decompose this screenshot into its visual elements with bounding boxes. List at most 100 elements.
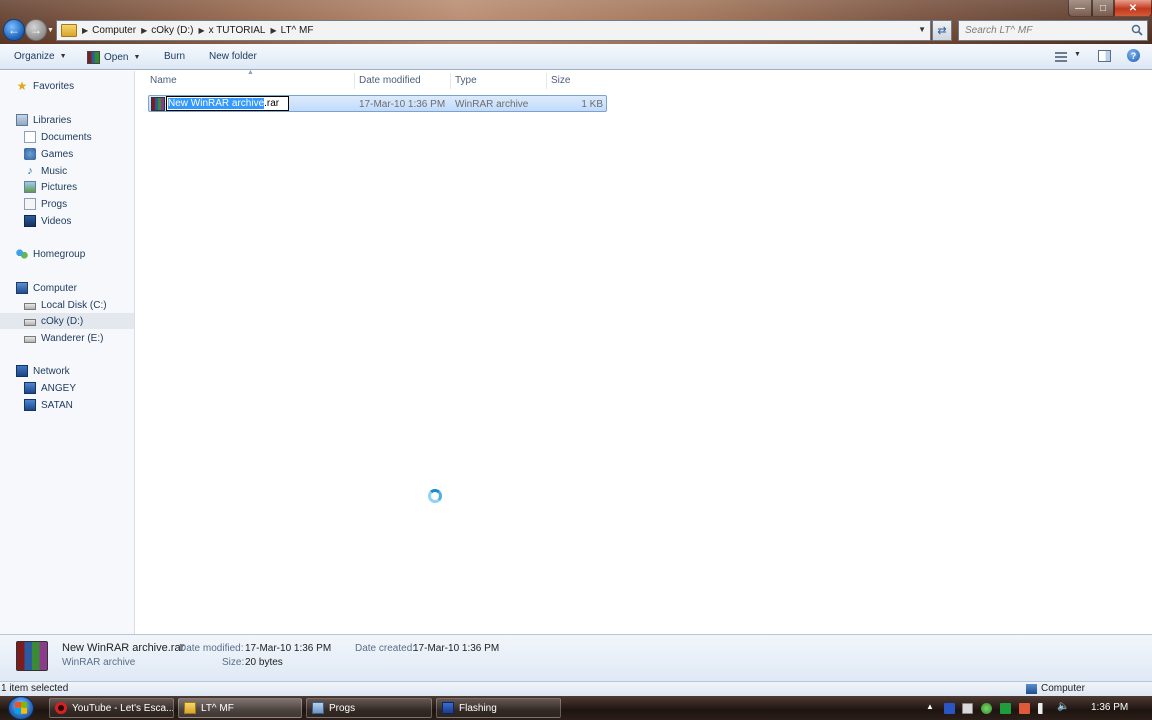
- minimize-icon: —: [1075, 2, 1085, 14]
- network-computer-icon: [24, 382, 36, 394]
- nav-label: Homegroup: [33, 248, 86, 260]
- nav-local-disk-c[interactable]: Local Disk (C:): [24, 297, 107, 313]
- nav-label: Documents: [41, 131, 92, 143]
- clock[interactable]: 1:36 PM: [1091, 702, 1128, 713]
- file-type: WinRAR archive: [455, 99, 529, 110]
- column-divider[interactable]: [546, 73, 547, 89]
- status-location: Computer: [1041, 683, 1085, 694]
- nav-wanderer-e[interactable]: Wanderer (E:): [24, 330, 103, 346]
- nav-label: ANGEY: [41, 382, 77, 394]
- status-bar: 1 item selected Computer: [0, 681, 1152, 696]
- folder-icon: [184, 702, 196, 714]
- busy-cursor-icon: [428, 489, 442, 503]
- forward-button[interactable]: →: [25, 19, 47, 41]
- taskbar-button-progs[interactable]: Progs: [306, 698, 432, 718]
- minimize-button[interactable]: —: [1068, 0, 1092, 17]
- help-icon[interactable]: ?: [1127, 49, 1140, 62]
- nav-videos[interactable]: Videos: [24, 213, 71, 229]
- nav-computer[interactable]: Computer: [16, 280, 77, 296]
- games-icon: [24, 148, 36, 160]
- chevron-down-icon: ▼: [133, 54, 141, 61]
- breadcrumb-current-folder[interactable]: LT^ MF: [281, 25, 314, 36]
- chevron-right-icon[interactable]: ▶: [141, 26, 147, 35]
- nav-games[interactable]: Games: [24, 146, 73, 162]
- folder-icon: [61, 24, 77, 37]
- show-hidden-icons-button[interactable]: ▲: [926, 702, 934, 713]
- search-input[interactable]: Search LT^ MF: [958, 20, 1148, 41]
- volume-icon[interactable]: 🔈: [1057, 701, 1069, 712]
- burn-button[interactable]: Burn: [164, 51, 185, 62]
- column-header-name[interactable]: Name: [150, 75, 177, 86]
- nav-coky-drive[interactable]: cOky (D:): [0, 313, 134, 329]
- task-label: Flashing: [459, 702, 497, 714]
- taskbar-button-flashing[interactable]: Flashing: [436, 698, 561, 718]
- close-icon: ✕: [1128, 2, 1138, 14]
- nav-documents[interactable]: Documents: [24, 129, 92, 145]
- tray-app-icon[interactable]: [981, 703, 992, 714]
- details-date-modified-label: Date modified:: [179, 643, 244, 654]
- tray-app-icon[interactable]: [1019, 703, 1030, 714]
- chevron-right-icon[interactable]: ▶: [270, 26, 276, 35]
- taskbar-button-lt-mf[interactable]: LT^ MF: [178, 698, 302, 718]
- start-button[interactable]: [8, 696, 34, 720]
- nav-favorites[interactable]: ★ Favorites: [16, 78, 75, 94]
- column-divider[interactable]: [450, 73, 451, 89]
- change-view-icon[interactable]: [1055, 52, 1067, 62]
- nav-network[interactable]: Network: [16, 363, 70, 379]
- nav-libraries[interactable]: Libraries: [16, 112, 71, 128]
- taskbar-button-youtube[interactable]: YouTube - Let's Esca...: [49, 698, 174, 718]
- taskbar: YouTube - Let's Esca... LT^ MF Progs Fla…: [0, 696, 1152, 720]
- open-label: Open: [104, 52, 129, 63]
- music-note-icon: ♪: [27, 165, 33, 177]
- file-list[interactable]: ▲ Name Date modified Type Size New WinRA…: [136, 69, 1152, 634]
- open-button[interactable]: Open ▼: [87, 51, 140, 64]
- recent-pages-dropdown[interactable]: ▼: [47, 27, 54, 34]
- nav-pictures[interactable]: Pictures: [24, 179, 77, 195]
- new-folder-button[interactable]: New folder: [209, 51, 257, 62]
- winrar-icon: [87, 51, 100, 64]
- tray-app-icon[interactable]: [962, 703, 973, 714]
- refresh-icon: ⇄: [937, 25, 947, 37]
- file-size: 1 KB: [581, 99, 603, 110]
- column-divider[interactable]: [354, 73, 355, 89]
- details-date-created: 17-Mar-10 1:36 PM: [413, 643, 500, 654]
- column-header-size[interactable]: Size: [551, 75, 570, 86]
- computer-icon: [1026, 684, 1037, 694]
- rename-input[interactable]: New WinRAR archive.rar: [166, 96, 289, 111]
- chevron-right-icon[interactable]: ▶: [82, 26, 88, 35]
- network-status-icon[interactable]: [1038, 703, 1049, 714]
- nav-label: Games: [41, 148, 74, 160]
- nav-music[interactable]: ♪ Music: [24, 163, 67, 179]
- tray-app-icon[interactable]: [944, 703, 955, 714]
- preview-pane-icon[interactable]: [1098, 50, 1111, 62]
- nav-label: Favorites: [33, 80, 75, 92]
- nav-label: Libraries: [33, 114, 72, 126]
- tray-app-icon[interactable]: [1000, 703, 1011, 714]
- file-row[interactable]: New WinRAR archive.rar 17-Mar-10 1:36 PM…: [148, 95, 607, 112]
- column-header-type[interactable]: Type: [455, 75, 477, 86]
- breadcrumb-tutorial[interactable]: x TUTORIAL: [209, 25, 266, 36]
- address-dropdown-icon[interactable]: ▼: [918, 25, 926, 34]
- libraries-icon: [16, 114, 28, 126]
- column-header-date-modified[interactable]: Date modified: [359, 75, 421, 86]
- breadcrumb-coky-drive[interactable]: cOky (D:): [151, 25, 193, 36]
- organize-button[interactable]: Organize ▼: [14, 51, 67, 62]
- search-icon[interactable]: [1131, 24, 1143, 36]
- refresh-button[interactable]: ⇄: [932, 20, 952, 41]
- nav-homegroup[interactable]: Homegroup: [16, 246, 85, 262]
- breadcrumb-computer[interactable]: Computer: [92, 25, 136, 36]
- network-icon: [16, 365, 28, 377]
- details-size: 20 bytes: [245, 657, 283, 668]
- nav-satan[interactable]: SATAN: [24, 397, 73, 413]
- nav-angey[interactable]: ANGEY: [24, 380, 76, 396]
- window-titlebar: ← → ▼ ▶ Computer ▶ cOky (D:) ▶ x TUTORIA…: [0, 0, 1152, 44]
- chevron-right-icon[interactable]: ▶: [198, 26, 204, 35]
- task-label: LT^ MF: [201, 702, 234, 714]
- nav-progs[interactable]: Progs: [24, 196, 67, 212]
- chevron-down-icon[interactable]: ▼: [1074, 51, 1081, 58]
- chevron-down-icon: ▼: [59, 53, 67, 60]
- maximize-button[interactable]: □: [1092, 0, 1114, 17]
- close-button[interactable]: ✕: [1114, 0, 1152, 17]
- address-bar[interactable]: ▶ Computer ▶ cOky (D:) ▶ x TUTORIAL ▶ LT…: [56, 20, 931, 41]
- back-button[interactable]: ←: [3, 19, 25, 41]
